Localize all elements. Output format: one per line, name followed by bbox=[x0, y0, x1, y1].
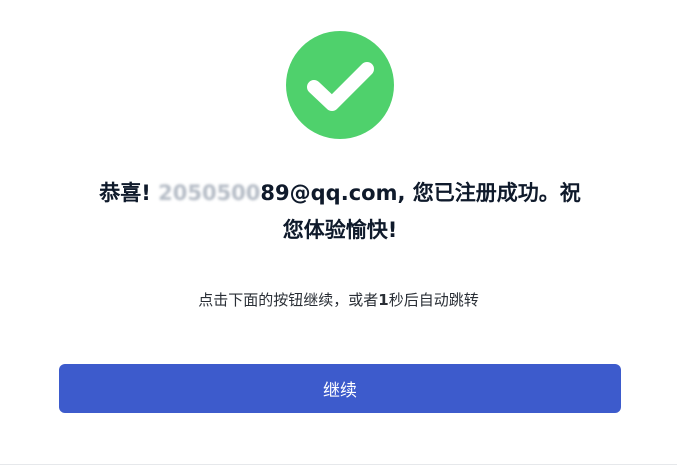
message-suffix: , 您已注册成功。祝 bbox=[397, 181, 581, 205]
continue-button[interactable]: 继续 bbox=[59, 364, 621, 413]
redirect-text-after: 秒后自动跳转 bbox=[388, 291, 479, 309]
redirect-text-before: 点击下面的按钮继续，或者 bbox=[198, 291, 379, 309]
redirect-notice: 点击下面的按钮继续，或者1秒后自动跳转 bbox=[0, 288, 677, 312]
message-prefix: 恭喜! bbox=[99, 181, 159, 205]
email-visible: 89@qq.com bbox=[260, 181, 398, 205]
success-message: 恭喜! 205050089@qq.com, 您已注册成功。祝 您体验愉快! bbox=[40, 175, 640, 249]
check-circle-icon bbox=[286, 31, 394, 139]
redirect-seconds: 1 bbox=[378, 291, 389, 309]
checkmark-icon bbox=[307, 62, 374, 111]
masked-email: 2050500 bbox=[158, 181, 261, 205]
registration-success-page: 恭喜! 205050089@qq.com, 您已注册成功。祝 您体验愉快! 点击… bbox=[0, 0, 677, 469]
divider bbox=[0, 464, 677, 465]
message-line-2: 您体验愉快! bbox=[282, 218, 398, 242]
